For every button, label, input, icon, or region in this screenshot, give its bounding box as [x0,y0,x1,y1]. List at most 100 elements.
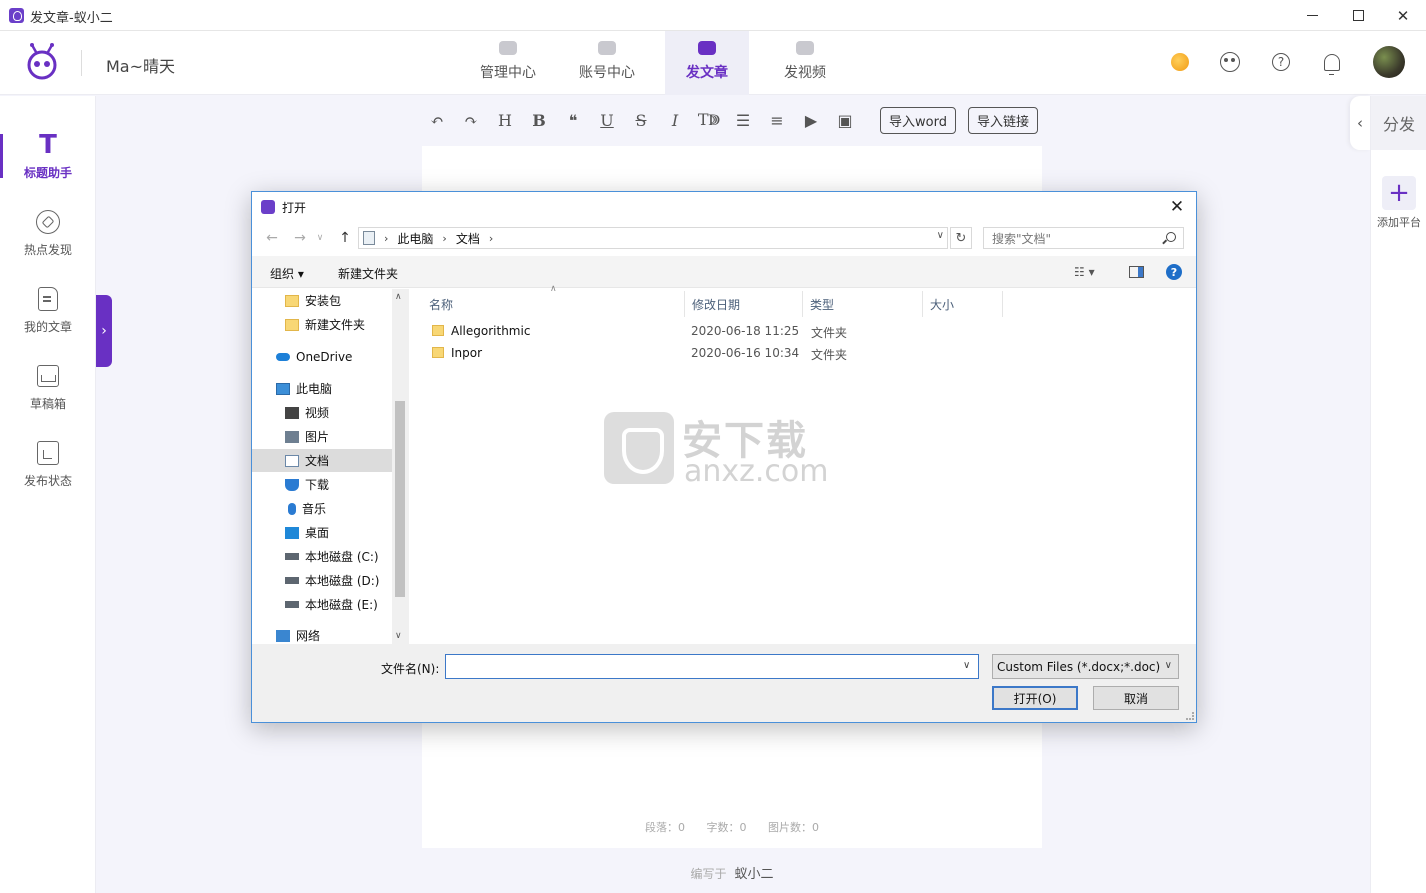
tree-scrollbar[interactable]: ∧ ∨ [392,289,409,644]
tree-item-label: 本地磁盘 (E:) [305,598,378,612]
tree-item-documents[interactable]: 文档 [252,449,392,472]
arrow-right-icon: → [294,230,306,246]
preview-pane-icon[interactable] [1129,266,1144,278]
view-options-button[interactable]: ☷ ▾ [1074,265,1095,279]
file-row[interactable]: Allegorithmic 2020-06-18 11:25 文件夹 [427,321,1027,342]
import-word-button[interactable]: 导入word [880,106,956,134]
sidebar-item-my-articles[interactable]: 我的文章 [0,286,96,350]
mascot-button[interactable] [1218,50,1242,74]
organize-menu[interactable]: 组织 ▾ [270,265,304,282]
list-button[interactable]: ☰ [726,103,760,137]
italic-button[interactable]: I [658,103,692,137]
quote-button[interactable]: ❝ [556,103,590,137]
new-folder-button[interactable]: 新建文件夹 [338,265,398,282]
filename-label: 文件名(N): [381,662,440,676]
address-row: ← → ∨ ↑ › 此电脑 › 文档 › ∨ ↻ 搜索"文档" [252,224,1196,252]
coin-button[interactable] [1168,50,1192,74]
tree-item-this-pc[interactable]: 此电脑 [252,377,392,400]
column-name[interactable]: 名称 ∧ [422,284,685,317]
search-icon [1166,232,1176,242]
up-button[interactable]: ↑ [334,228,356,248]
author-name: 蚁小二 [734,867,774,882]
bold-button[interactable]: B [522,103,556,137]
breadcrumb-documents[interactable]: 文档 [456,230,480,247]
insert-image-button[interactable]: ▣ [828,103,862,137]
search-input[interactable]: 搜索"文档" [983,227,1184,249]
undo-button[interactable]: ↶ [420,103,454,137]
column-date[interactable]: 修改日期 [685,291,803,317]
distribute-panel-toggle[interactable]: ‹ [1350,96,1370,150]
tree-item-new-folder[interactable]: 新建文件夹 [252,313,392,336]
distribute-panel-title: 分发 [1371,96,1426,150]
column-label: 名称 [429,297,454,312]
sidebar-item-title-helper[interactable]: T 标题助手 [0,132,96,196]
forward-button[interactable]: → [289,228,311,248]
scrollbar-thumb[interactable] [395,401,405,597]
user-name[interactable]: Ma~晴天 [106,53,175,77]
file-type: 文件夹 [811,348,848,362]
file-row[interactable]: Inpor 2020-06-16 10:34 文件夹 [427,343,1027,364]
sidebar-item-drafts[interactable]: 草稿箱 [0,363,96,427]
tree-item-music[interactable]: 音乐 [252,497,392,520]
add-platform-button[interactable]: + [1382,176,1416,210]
column-type[interactable]: 类型 [803,291,923,317]
app-logo-icon [9,8,24,23]
tree-item-disk-d[interactable]: 本地磁盘 (D:) [252,569,392,592]
breadcrumb-this-pc[interactable]: 此电脑 [397,230,433,247]
tree-item-videos[interactable]: 视频 [252,401,392,424]
refresh-button[interactable]: ↻ [950,227,972,249]
chevron-up-icon[interactable]: ∧ [395,292,402,302]
align-button[interactable]: ≡ [760,103,794,137]
underline-button[interactable]: U [590,103,624,137]
tree-item-desktop[interactable]: 桌面 [252,521,392,544]
maximize-button[interactable] [1335,0,1381,31]
heading-button[interactable]: H [488,103,522,137]
address-bar[interactable]: › 此电脑 › 文档 › ∨ [358,227,948,249]
filename-input[interactable] [445,654,979,679]
import-link-button[interactable]: 导入链接 [967,106,1038,134]
tree-item-disk-e[interactable]: 本地磁盘 (E:) [252,593,392,616]
folder-icon [432,347,444,358]
recent-locations-button[interactable]: ∨ [313,228,327,248]
file-type-select[interactable]: Custom Files (*.docx;*.doc) ∨ [992,654,1179,679]
folder-icon [432,325,444,336]
help-button[interactable]: ? [1269,50,1293,74]
back-button[interactable]: ← [261,228,283,248]
strikethrough-button[interactable]: S [624,103,658,137]
chevron-down-icon[interactable]: ∨ [937,230,944,241]
cancel-button[interactable]: 取消 [1093,686,1179,710]
dialog-close-button[interactable]: ✕ [1158,192,1196,222]
chevron-down-icon[interactable]: ∨ [963,660,970,671]
font-size-button[interactable]: Tↇ [692,103,726,137]
sidebar-item-hot-topics[interactable]: 热点发现 [0,209,96,273]
open-button[interactable]: 打开(O) [992,686,1078,710]
tab-account-center[interactable]: 账号中心 [565,31,649,95]
tree-item-label: 新建文件夹 [305,318,366,332]
tree-item-label: 安装包 [305,294,342,308]
tab-publish-video[interactable]: 发视频 [763,31,847,95]
tab-publish-article[interactable]: 发文章 [665,31,749,95]
file-type-value: Custom Files (*.docx;*.doc) [997,659,1161,674]
sidebar-expand-toggle[interactable]: › [96,295,112,367]
notification-button[interactable] [1320,50,1344,75]
avatar[interactable] [1373,46,1405,78]
minimize-button[interactable] [1289,0,1335,31]
file-list-header: 名称 ∧ 修改日期 类型 大小 [422,284,1006,317]
insert-video-button[interactable]: ▶ [794,103,828,137]
tree-item-disk-c[interactable]: 本地磁盘 (C:) [252,545,392,568]
tree-item-pictures[interactable]: 图片 [252,425,392,448]
resize-grip-icon[interactable] [1186,712,1194,720]
chevron-down-icon[interactable]: ∨ [395,631,402,641]
sidebar-item-label: 标题助手 [23,166,72,180]
redo-button[interactable]: ↷ [454,103,488,137]
close-button[interactable]: ✕ [1380,0,1426,31]
column-size[interactable]: 大小 [923,291,1003,317]
sidebar-item-publish-status[interactable]: 发布状态 [0,440,96,504]
bold-icon: B [532,110,546,130]
tab-management-center[interactable]: 管理中心 [466,31,550,95]
tree-item-network[interactable]: 网络 [252,624,392,644]
tree-item-installers[interactable]: 安装包 [252,289,392,312]
tree-item-onedrive[interactable]: OneDrive [252,345,392,368]
tree-item-downloads[interactable]: 下载 [252,473,392,496]
help-icon[interactable]: ? [1166,264,1182,280]
